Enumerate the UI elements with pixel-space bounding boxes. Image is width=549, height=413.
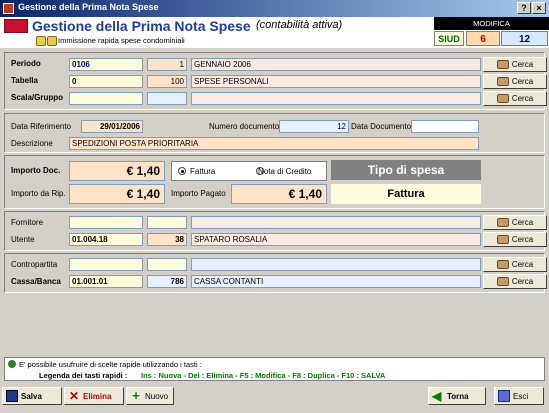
data-rif-field[interactable]: 29/01/2006 [81, 120, 143, 133]
arrow-left-icon: ◀ [432, 389, 442, 403]
importo-doc-label: Importo Doc. [11, 166, 61, 175]
cassa-code-field[interactable]: 01.001.01 [69, 275, 143, 288]
utente-code-field[interactable]: 01.004.18 [69, 233, 143, 246]
cassa-num-field[interactable]: 786 [147, 275, 187, 288]
fornitore-label: Fornitore [11, 218, 44, 227]
close-button[interactable]: × [532, 2, 546, 14]
periodo-num-field[interactable]: 1 [147, 58, 187, 71]
descrizione-field[interactable]: SPEDIZIONI POSTA PRIORITARIA [69, 137, 479, 150]
info-icon [8, 360, 16, 368]
importo-rip-label: Importo da Rip. [11, 189, 66, 198]
tipo-doc-radio-group: Fattura Nota di Credito [171, 161, 327, 181]
utente-num-field[interactable]: 38 [147, 233, 187, 246]
lock-icon [47, 36, 57, 46]
contropartita-search-button[interactable]: Cerca [483, 257, 547, 272]
tabella-search-button[interactable]: Cerca [483, 74, 547, 89]
periodo-desc-field[interactable]: GENNAIO 2006 [191, 58, 481, 71]
info-legend-keys: Ins : Nuova - Del : Elimina - F5 : Modif… [141, 371, 386, 380]
search-icon [496, 235, 509, 244]
delete-x-icon: ✕ [68, 389, 80, 403]
back-button[interactable]: ◀ Torna [428, 387, 486, 405]
siud-label: SIUD [434, 31, 464, 46]
tabella-label: Tabella [11, 76, 38, 85]
info-legend-label: Legenda dei tasti rapidi : [39, 371, 128, 380]
periodo-label: Periodo [11, 59, 41, 68]
fattura-radio[interactable] [178, 167, 186, 175]
title-bar: Gestione della Prima Nota Spese ? × [0, 0, 549, 17]
data-rif-label: Data Riferimento [11, 122, 72, 131]
cassa-search-button[interactable]: Cerca [483, 274, 547, 289]
exit-button[interactable]: Esci [494, 387, 544, 405]
contropartita-desc-field[interactable] [191, 258, 481, 271]
floppy-icon [6, 390, 18, 402]
save-button[interactable]: Salva [2, 387, 62, 405]
contropartita-code-field[interactable] [69, 258, 143, 271]
search-icon [496, 94, 509, 103]
periodo-panel: Periodo 0106 1 GENNAIO 2006 Cerca Tabell… [4, 52, 547, 110]
num-doc-label: Numero documento [209, 122, 280, 131]
scala-num-field[interactable] [147, 92, 187, 105]
info-line-1: E' possibile usufruire di scelte rapide … [19, 360, 202, 369]
scala-label: Scala/Gruppo [11, 93, 64, 102]
tabella-code-field[interactable]: 0 [69, 75, 143, 88]
exit-door-icon [498, 390, 510, 402]
logo-icon [4, 19, 28, 33]
search-icon [496, 277, 509, 286]
descrizione-label: Descrizione [11, 139, 53, 148]
soggetti-panel: Fornitore Cerca Utente 01.004.18 38 SPAT… [4, 211, 547, 251]
fornitore-code-field[interactable] [69, 216, 143, 229]
nota-credito-label: Nota di Credito [258, 167, 312, 176]
tipo-spesa-value: Fattura [331, 184, 481, 204]
importo-doc-field[interactable]: € 1,40 [69, 161, 165, 181]
info-bar: E' possibile usufruire di scelte rapide … [4, 357, 545, 381]
contropartita-label: Contropartita [11, 260, 58, 269]
help-button[interactable]: ? [517, 2, 531, 14]
scala-code-field[interactable] [69, 92, 143, 105]
fattura-label: Fattura [190, 167, 216, 176]
mode-badge: MODIFICA [434, 17, 549, 30]
search-icon [496, 218, 509, 227]
tipo-spesa-header: Tipo di spesa [331, 160, 481, 180]
page-description: Immissione rapida spese condominiali [58, 36, 185, 45]
window-title: Gestione della Prima Nota Spese [18, 2, 159, 12]
search-icon [496, 77, 509, 86]
page-subtitle: (contabilità attiva) [256, 19, 343, 31]
importo-pagato-label: Importo Pagato [171, 189, 226, 198]
importi-panel: Importo Doc. € 1,40 Fattura Nota di Cred… [4, 155, 545, 209]
siud-value: 6 [466, 31, 500, 46]
delete-button[interactable]: ✕ Elimina [64, 387, 124, 405]
document-panel: Data Riferimento 29/01/2006 Numero docum… [4, 113, 545, 153]
fornitore-search-button[interactable]: Cerca [483, 215, 547, 230]
scala-desc-field[interactable] [191, 92, 481, 105]
tabella-num-field[interactable]: 100 [147, 75, 187, 88]
cassa-desc-field[interactable]: CASSA CONTANTI [191, 275, 481, 288]
search-icon [496, 60, 509, 69]
cassa-label: Cassa/Banca [11, 277, 61, 286]
tabella-desc-field[interactable]: SPESE PERSONALI [191, 75, 481, 88]
scala-search-button[interactable]: Cerca [483, 91, 547, 106]
fornitore-desc-field[interactable] [191, 216, 481, 229]
siud-value-2: 12 [501, 31, 548, 46]
plus-icon: + [132, 388, 140, 403]
data-doc-field[interactable] [411, 120, 479, 133]
importo-rip-field[interactable]: € 1,40 [69, 184, 165, 204]
data-doc-label: Data Documento [351, 122, 412, 131]
lock-icon [36, 36, 46, 46]
utente-desc-field[interactable]: SPATARO ROSALIA [191, 233, 481, 246]
page-title: Gestione della Prima Nota Spese [32, 18, 251, 34]
contropartita-num-field[interactable] [147, 258, 187, 271]
contabile-panel: Contropartita Cerca Cassa/Banca 01.001.0… [4, 253, 547, 293]
utente-label: Utente [11, 235, 35, 244]
periodo-search-button[interactable]: Cerca [483, 57, 547, 72]
new-button[interactable]: + Nuovo [126, 387, 174, 405]
search-icon [496, 260, 509, 269]
utente-search-button[interactable]: Cerca [483, 232, 547, 247]
periodo-code-field[interactable]: 0106 [69, 58, 143, 71]
fornitore-num-field[interactable] [147, 216, 187, 229]
importo-pagato-field[interactable]: € 1,40 [231, 184, 327, 204]
app-icon [3, 3, 14, 14]
num-doc-field[interactable]: 12 [279, 120, 349, 133]
